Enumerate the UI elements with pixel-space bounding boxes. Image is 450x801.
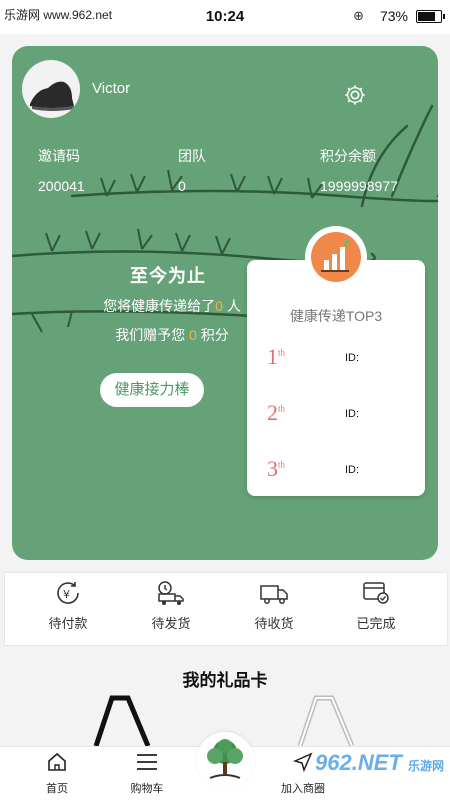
gift-card-title: 我的礼品卡 [182, 671, 268, 690]
rank-1-id: ID: [345, 352, 360, 364]
summary-line-people-pre: 您将健康传递给了 [103, 298, 216, 314]
order-pending-shipment-label: 待发货 [151, 616, 191, 631]
rank-2-id: ID: [345, 408, 360, 420]
order-pending-payment-label: 待付款 [48, 616, 88, 631]
bar-chart-icon [321, 239, 350, 272]
top3-panel: 健康传递TOP3 1th ID: 2th ID: 3th ID: [247, 260, 425, 496]
invite-code-value: 200041 [38, 178, 85, 194]
summary-line-points-pre: 我们赠予您 [115, 327, 190, 343]
rank-3-suffix: th [278, 459, 286, 470]
watermark-sub: 乐游网 [407, 759, 444, 773]
rank-2-number: 2 [267, 400, 278, 425]
watermark-suffix: .NET [351, 750, 402, 775]
points-label: 积分余额 [320, 148, 376, 164]
top3-title: 健康传递TOP3 [289, 308, 383, 324]
rank-1-suffix: th [278, 347, 286, 358]
rank-2: 2th [267, 400, 285, 426]
order-pending-shipment[interactable]: 待发货 [126, 579, 216, 632]
ranking-badge [305, 226, 367, 288]
tab-center-tree[interactable] [196, 732, 254, 790]
order-pending-payment[interactable]: ¥ 待付款 [23, 579, 113, 632]
avatar[interactable] [22, 60, 80, 118]
rotation-lock-icon: ⊕ [353, 8, 364, 23]
tree-icon [207, 739, 243, 779]
yen-clock-icon: ¥ [57, 582, 79, 604]
points-value: 1999998977 [320, 178, 398, 194]
tab-cart-label: 购物车 [130, 783, 164, 795]
tab-home[interactable]: 首页 [22, 751, 92, 796]
summary-title: 至今为止 [130, 266, 206, 286]
svg-text:¥: ¥ [63, 588, 70, 601]
team-label: 团队 [178, 148, 206, 164]
rank-3-number: 3 [267, 456, 278, 481]
status-bar: 乐游网 www.962.net 10:24 ⊕ 73% [0, 0, 450, 34]
people-count: 0 [215, 298, 223, 314]
rank-1-number: 1 [267, 344, 278, 369]
order-pending-receipt[interactable]: 待收货 [229, 579, 319, 632]
corner-watermark: 962.NET 乐游网 [315, 750, 444, 776]
send-icon [292, 752, 313, 773]
rank-3: 3th [267, 456, 285, 482]
rank-3-id: ID: [345, 464, 360, 476]
summary-line-points-post: 积分 [196, 327, 229, 343]
menu-icon [137, 754, 157, 770]
order-completed-label: 已完成 [356, 616, 396, 631]
health-relay-button[interactable]: 健康接力棒 [100, 373, 204, 407]
team-value: 0 [178, 178, 186, 194]
tab-join-business-label: 加入商圈 [281, 783, 325, 795]
order-status-bar: ¥ 待付款 待发货 待收货 已完成 [4, 572, 448, 646]
tab-cart[interactable]: 购物车 [112, 751, 182, 796]
truck-clock-icon [158, 581, 184, 605]
watermark-brand: 962 [315, 750, 352, 775]
rank-2-suffix: th [278, 403, 286, 414]
card-check-icon [363, 582, 389, 604]
truck-icon [260, 585, 288, 604]
summary-line-people-post: 人 [222, 298, 241, 314]
battery-icon [416, 10, 445, 23]
home-icon [48, 752, 66, 771]
battery-percent: 73% [379, 8, 408, 24]
order-completed[interactable]: 已完成 [331, 579, 421, 632]
gifted-points: 0 [189, 327, 197, 343]
username: Victor [92, 80, 131, 97]
invite-code-label: 邀请码 [38, 148, 80, 164]
gear-icon[interactable] [344, 84, 366, 106]
order-pending-receipt-label: 待收货 [254, 616, 294, 631]
rank-1: 1th [267, 344, 285, 370]
tab-home-label: 首页 [46, 783, 68, 795]
